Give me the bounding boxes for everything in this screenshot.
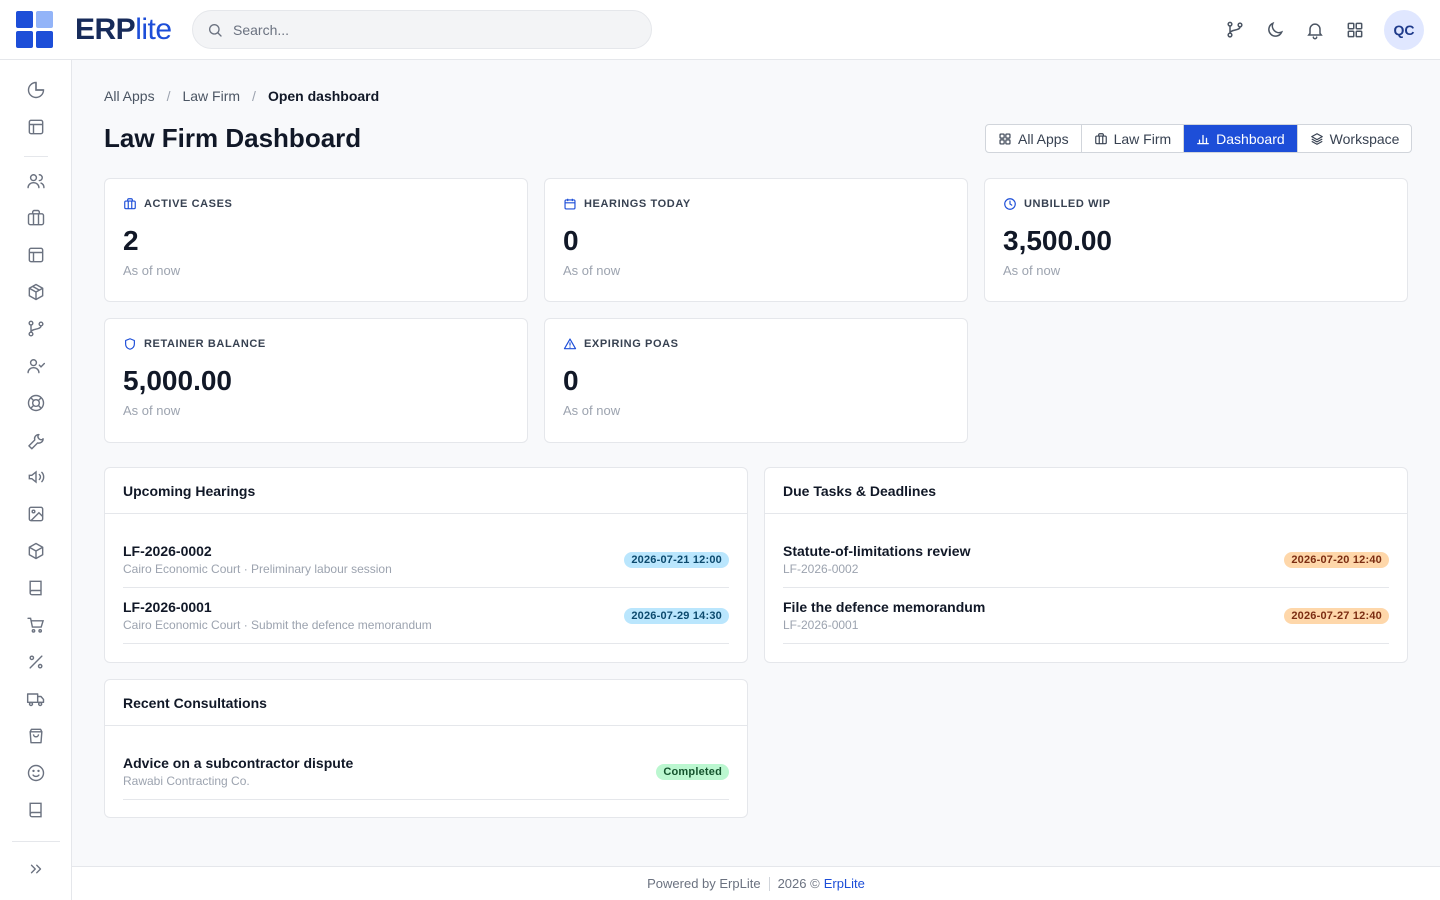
bar-chart-icon <box>1196 132 1210 146</box>
search-input[interactable] <box>233 21 633 38</box>
kpi-value: 0 <box>563 225 579 256</box>
lifebuoy-icon[interactable] <box>24 391 48 415</box>
chevrons-right-icon[interactable] <box>24 857 48 881</box>
logo-text: ERPlite <box>75 12 172 46</box>
apps-grid-icon[interactable] <box>1340 15 1370 45</box>
briefcase-icon[interactable] <box>24 206 48 230</box>
top-actions: QC <box>1220 10 1424 50</box>
megaphone-icon[interactable] <box>24 465 48 489</box>
calendar-icon <box>563 197 577 211</box>
date-badge: 2026-07-29 14:30 <box>624 607 729 624</box>
footer-powered: Powered by ErpLite <box>647 876 761 891</box>
image-icon[interactable] <box>24 502 48 526</box>
grid-icon <box>998 132 1012 146</box>
date-badge: 2026-07-21 12:00 <box>624 551 729 568</box>
tab-workspace[interactable]: Workspace <box>1298 125 1412 152</box>
briefcase-icon <box>1094 132 1108 146</box>
book-icon[interactable] <box>24 576 48 600</box>
deadline-badge: 2026-07-20 12:40 <box>1284 551 1389 568</box>
shopping-bag-icon[interactable] <box>24 724 48 748</box>
package-icon[interactable] <box>24 280 48 304</box>
list-item[interactable]: LF-2026-0001 Cairo Economic Court · Subm… <box>123 588 729 644</box>
sidebar-divider <box>24 156 48 157</box>
footer: Powered by ErpLite 2026 © ErpLite <box>72 866 1440 900</box>
list-item[interactable]: File the defence memorandum LF-2026-0001… <box>783 588 1389 644</box>
bell-icon[interactable] <box>1300 15 1330 45</box>
kpi-unbilled-wip: UNBILLED WIP 3,500.00 As of now <box>984 178 1408 302</box>
kpi-value: 2 <box>123 225 139 256</box>
logo-mark-icon <box>16 11 53 48</box>
footer-divider <box>768 876 770 891</box>
list-item[interactable]: Statute-of-limitations review LF-2026-00… <box>783 532 1389 588</box>
kpi-retainer-balance: RETAINER BALANCE 5,000.00 As of now <box>104 318 528 443</box>
users-icon[interactable] <box>24 169 48 193</box>
recent-consultations-card: Recent Consultations Advice on a subcont… <box>104 679 748 818</box>
box-icon[interactable] <box>24 539 48 563</box>
shield-icon <box>123 337 137 351</box>
kpi-expiring-poas: EXPIRING POAS 0 As of now <box>544 318 968 443</box>
git-branch-icon[interactable] <box>1220 15 1250 45</box>
kpi-label: UNBILLED WIP <box>1024 198 1111 210</box>
breadcrumb-law-firm[interactable]: Law Firm <box>182 88 240 104</box>
upcoming-hearings-card: Upcoming Hearings LF-2026-0002 Cairo Eco… <box>104 467 748 663</box>
layout-icon[interactable] <box>24 243 48 267</box>
alert-triangle-icon <box>563 337 577 351</box>
breadcrumb-current: Open dashboard <box>267 88 380 104</box>
smile-icon[interactable] <box>24 761 48 785</box>
deadline-badge: 2026-07-27 12:40 <box>1284 607 1389 624</box>
due-tasks-card: Due Tasks & Deadlines Statute-of-limitat… <box>764 467 1408 663</box>
wrench-icon[interactable] <box>24 428 48 452</box>
book-icon[interactable] <box>24 798 48 822</box>
kpi-label: RETAINER BALANCE <box>144 338 266 350</box>
tab-dashboard[interactable]: Dashboard <box>1184 125 1298 152</box>
kpi-hearings-today: HEARINGS TODAY 0 As of now <box>544 178 968 302</box>
card-title: Upcoming Hearings <box>105 468 747 514</box>
layout-icon[interactable] <box>24 115 48 139</box>
user-avatar[interactable]: QC <box>1384 10 1424 50</box>
cart-icon[interactable] <box>24 613 48 637</box>
kpi-label: HEARINGS TODAY <box>584 198 691 210</box>
kpi-subtext: As of now <box>123 403 181 418</box>
moon-icon[interactable] <box>1260 15 1290 45</box>
kpi-value: 3,500.00 <box>1003 225 1112 256</box>
card-title: Due Tasks & Deadlines <box>765 468 1407 514</box>
sidebar-bottom-divider <box>12 841 60 842</box>
breadcrumb: All Apps / Law Firm / Open dashboard <box>104 88 380 104</box>
list-item[interactable]: LF-2026-0002 Cairo Economic Court · Prel… <box>123 532 729 588</box>
app-logo[interactable]: ERPlite <box>16 0 172 60</box>
tab-law-firm[interactable]: Law Firm <box>1082 125 1185 152</box>
search-box[interactable] <box>192 10 652 49</box>
kpi-subtext: As of now <box>1003 263 1061 278</box>
user-check-icon[interactable] <box>24 354 48 378</box>
kpi-subtext: As of now <box>123 263 181 278</box>
footer-year: 2026 © <box>777 876 820 891</box>
briefcase-icon <box>123 197 137 211</box>
kpi-label: ACTIVE CASES <box>144 198 233 210</box>
top-bar: ERPlite QC <box>0 0 1440 60</box>
card-title: Recent Consultations <box>105 680 747 726</box>
app-nav-tabs: All Apps Law Firm Dashboard Workspace <box>985 124 1413 153</box>
tab-all-apps[interactable]: All Apps <box>986 125 1082 152</box>
kpi-subtext: As of now <box>563 263 621 278</box>
kpi-active-cases: ACTIVE CASES 2 As of now <box>104 178 528 302</box>
git-branch-icon[interactable] <box>24 317 48 341</box>
footer-link[interactable]: ErpLite <box>824 876 865 891</box>
kpi-value: 5,000.00 <box>123 365 232 396</box>
kpi-label: EXPIRING POAS <box>584 338 679 350</box>
chart-pie-icon[interactable] <box>24 78 48 102</box>
layers-icon <box>1310 132 1324 146</box>
page-title: Law Firm Dashboard <box>104 123 362 153</box>
search-icon <box>207 22 223 38</box>
status-badge: Completed <box>656 763 729 780</box>
breadcrumb-all-apps[interactable]: All Apps <box>104 88 155 104</box>
kpi-subtext: As of now <box>563 403 621 418</box>
list-item[interactable]: Advice on a subcontractor dispute Rawabi… <box>123 744 729 800</box>
sidebar <box>0 60 72 900</box>
kpi-value: 0 <box>563 365 579 396</box>
truck-icon[interactable] <box>24 687 48 711</box>
percent-icon[interactable] <box>24 650 48 674</box>
clock-icon <box>1003 197 1017 211</box>
